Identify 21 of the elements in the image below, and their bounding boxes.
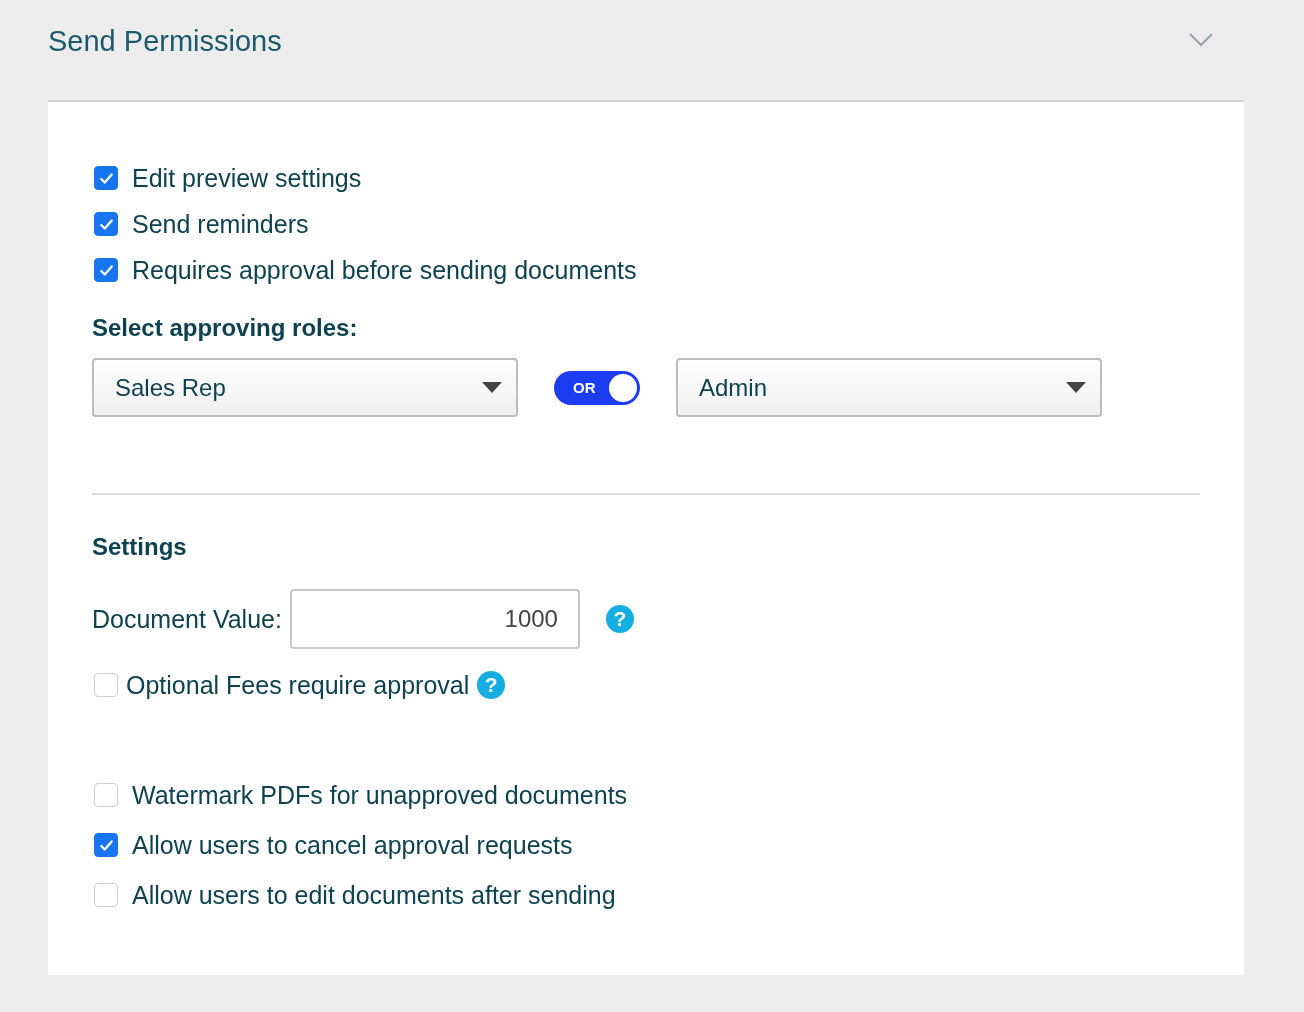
checkbox-label: Send reminders <box>132 209 309 239</box>
or-toggle[interactable]: OR <box>554 370 640 405</box>
checkbox[interactable] <box>94 166 118 190</box>
checkbox-label: Watermark PDFs for unapproved documents <box>132 780 628 810</box>
role-dropdown[interactable]: Sales Rep <box>92 358 518 417</box>
field-label: Document Value: <box>92 604 282 634</box>
checkbox-label: Allow users to edit documents after sending <box>132 880 616 910</box>
document-value-field[interactable]: 1000 <box>289 589 580 649</box>
section-title: Send Permissions <box>48 24 282 58</box>
roles-heading: Select approving roles: <box>92 314 359 342</box>
checkbox-label: Edit preview settings <box>132 163 362 193</box>
checkbox-label: Allow users to cancel approval requests <box>132 830 573 860</box>
role-dropdown[interactable]: Admin <box>676 358 1102 417</box>
dropdown-arrow-icon <box>1066 382 1086 393</box>
dropdown-arrow-icon <box>482 382 502 393</box>
checkbox-label: Requires approval before sending documents <box>132 255 637 285</box>
checkbox-label: Optional Fees require approval <box>126 670 470 700</box>
settings-heading: Settings <box>92 533 188 561</box>
checkbox[interactable] <box>94 833 118 857</box>
checkbox[interactable] <box>94 258 118 282</box>
checkbox[interactable] <box>94 212 118 236</box>
